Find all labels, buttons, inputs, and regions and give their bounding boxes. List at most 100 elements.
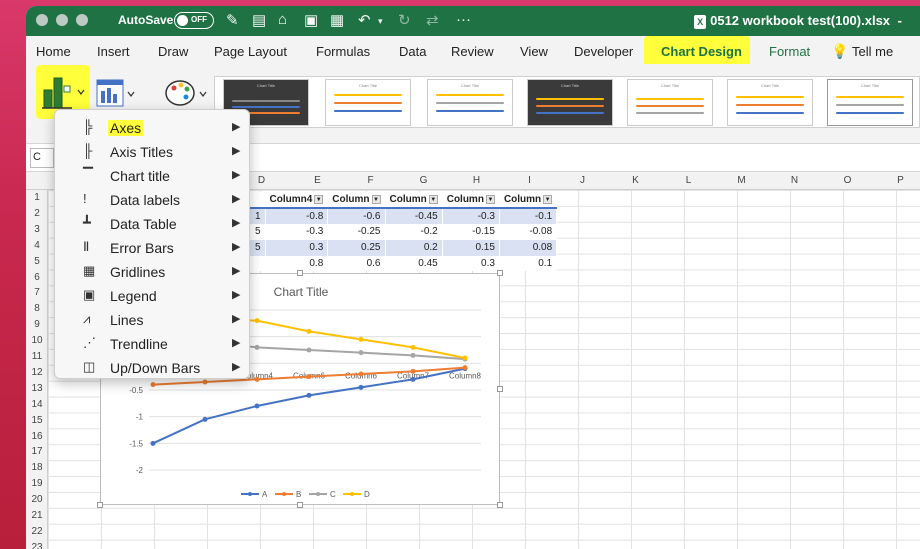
chart-resize-handle[interactable] <box>497 386 503 392</box>
row-header[interactable]: 13 <box>26 383 48 394</box>
menu-item-data-labels[interactable]: ǃ Data labels ▶ <box>59 188 247 210</box>
tab-chart-design[interactable]: Chart Design <box>661 44 742 59</box>
row-header[interactable]: 10 <box>26 335 48 346</box>
chart-resize-handle[interactable] <box>97 502 103 508</box>
tab-data[interactable]: Data <box>399 44 426 59</box>
menu-item-updown-bars[interactable]: ◫ Up/Down Bars ▶ <box>59 356 247 378</box>
tab-tell-me[interactable]: Tell me <box>852 44 893 59</box>
name-box[interactable]: C <box>30 148 54 168</box>
row-header[interactable]: 15 <box>26 415 48 426</box>
column-header[interactable]: F <box>344 175 397 186</box>
sheets-icon[interactable]: ▤ <box>252 11 266 29</box>
chart-resize-handle[interactable] <box>297 502 303 508</box>
undo-icon[interactable]: ↶ <box>358 11 371 29</box>
undo-dropdown-icon[interactable]: ▾ <box>378 16 383 27</box>
row-header[interactable]: 18 <box>26 462 48 473</box>
save-icon[interactable]: ▣ <box>304 11 318 29</box>
row-header[interactable]: 3 <box>26 224 48 235</box>
tab-draw[interactable]: Draw <box>158 44 188 59</box>
row-header[interactable]: 8 <box>26 303 48 314</box>
column-header[interactable]: P <box>874 175 920 186</box>
menu-item-axis-titles[interactable]: ╟ Axis Titles ▶ <box>59 140 247 162</box>
column-header[interactable]: K <box>609 175 662 186</box>
column-header[interactable]: I <box>503 175 556 186</box>
format-icon[interactable]: ▦ <box>330 11 344 29</box>
tab-formulas[interactable]: Formulas <box>316 44 370 59</box>
row-header[interactable]: 9 <box>26 319 48 330</box>
table-row[interactable]: 5 0.3 0.25 0.2 0.15 0.08 <box>225 239 558 256</box>
table-row[interactable]: 1 -0.8 -0.6 -0.45 -0.3 -0.1 <box>225 207 558 224</box>
row-header[interactable]: 23 <box>26 542 48 549</box>
row-header[interactable]: 4 <box>26 240 48 251</box>
row-header[interactable]: 22 <box>26 526 48 537</box>
chart-resize-handle[interactable] <box>497 502 503 508</box>
chart-style-3[interactable]: Chart Title <box>427 79 513 126</box>
column-header[interactable]: G <box>397 175 450 186</box>
menu-item-error-bars[interactable]: Ⅱ Error Bars ▶ <box>59 236 247 258</box>
row-header[interactable]: 2 <box>26 208 48 219</box>
lightbulb-icon: 💡 <box>831 43 849 59</box>
menu-item-axes[interactable]: ╠ Axes ▶ <box>59 116 247 138</box>
add-chart-element-button[interactable] <box>40 74 86 110</box>
tab-format[interactable]: Format <box>769 44 810 59</box>
tab-home[interactable]: Home <box>36 44 71 59</box>
menu-item-gridlines[interactable]: ▦ Gridlines ▶ <box>59 260 247 282</box>
table-header[interactable]: Column ▼ <box>442 192 500 209</box>
home-icon[interactable]: ⌂ <box>278 11 287 28</box>
data-point <box>358 350 364 356</box>
table-header[interactable]: Column4 ▼ <box>265 192 329 209</box>
row-header[interactable]: 6 <box>26 272 48 283</box>
column-header[interactable]: L <box>662 175 715 186</box>
row-header[interactable]: 11 <box>26 351 48 362</box>
table-header[interactable]: Column ▼ <box>385 192 443 209</box>
table-row[interactable]: 5 -0.3 -0.25 -0.2 -0.15 -0.08 <box>225 223 558 240</box>
minimize-window-button[interactable] <box>56 14 68 26</box>
row-header[interactable]: 14 <box>26 399 48 410</box>
column-header[interactable]: H <box>450 175 503 186</box>
tab-review[interactable]: Review <box>451 44 494 59</box>
row-header[interactable]: 17 <box>26 446 48 457</box>
column-header[interactable]: M <box>715 175 768 186</box>
chart-style-5[interactable]: Chart Title <box>627 79 713 126</box>
row-header[interactable]: 16 <box>26 431 48 442</box>
menu-item-lines[interactable]: ⩘ Lines ▶ <box>59 308 247 330</box>
table-row[interactable]: 0.8 0.6 0.45 0.3 0.1 <box>225 255 558 272</box>
menu-item-trendline[interactable]: ⋰ Trendline ▶ <box>59 332 247 354</box>
tab-developer[interactable]: Developer <box>574 44 633 59</box>
row-header[interactable]: 12 <box>26 367 48 378</box>
chart-resize-handle[interactable] <box>297 270 303 276</box>
chart-style-4[interactable]: Chart Title <box>527 79 613 126</box>
edit-icon[interactable]: ✎ <box>226 11 239 29</box>
table-header[interactable]: Column ▼ <box>499 192 558 209</box>
menu-item-chart-title[interactable]: ▔ Chart title ▶ <box>59 164 247 186</box>
more-icon[interactable]: ··· <box>456 11 471 28</box>
column-header[interactable]: E <box>291 175 344 186</box>
redo-icon[interactable]: ↻ <box>398 11 411 29</box>
zoom-window-button[interactable] <box>76 14 88 26</box>
column-header[interactable]: J <box>556 175 609 186</box>
table-header[interactable]: Column ▼ <box>327 192 386 209</box>
tab-page-layout[interactable]: Page Layout <box>214 44 287 59</box>
data-point <box>202 379 208 385</box>
chart-style-7[interactable]: Chart Title <box>827 79 913 126</box>
autosave-toggle[interactable]: OFF <box>174 12 214 29</box>
menu-item-legend[interactable]: ▣ Legend ▶ <box>59 284 247 306</box>
row-header[interactable]: 20 <box>26 494 48 505</box>
row-header[interactable]: 21 <box>26 510 48 521</box>
tab-insert[interactable]: Insert <box>97 44 130 59</box>
menu-item-data-table[interactable]: ┻ Data Table ▶ <box>59 212 247 234</box>
change-colors-button[interactable] <box>164 76 210 110</box>
close-window-button[interactable] <box>36 14 48 26</box>
chart-resize-handle[interactable] <box>497 270 503 276</box>
row-header[interactable]: 5 <box>26 256 48 267</box>
quick-layout-button[interactable] <box>94 76 138 110</box>
chart-style-6[interactable]: Chart Title <box>727 79 813 126</box>
repeat-icon[interactable]: ⇄ <box>426 11 439 29</box>
tab-view[interactable]: View <box>520 44 548 59</box>
chart-style-2[interactable]: Chart Title <box>325 79 411 126</box>
row-header[interactable]: 1 <box>26 192 48 203</box>
column-header[interactable]: O <box>821 175 874 186</box>
column-header[interactable]: N <box>768 175 821 186</box>
row-header[interactable]: 19 <box>26 478 48 489</box>
row-header[interactable]: 7 <box>26 287 48 298</box>
